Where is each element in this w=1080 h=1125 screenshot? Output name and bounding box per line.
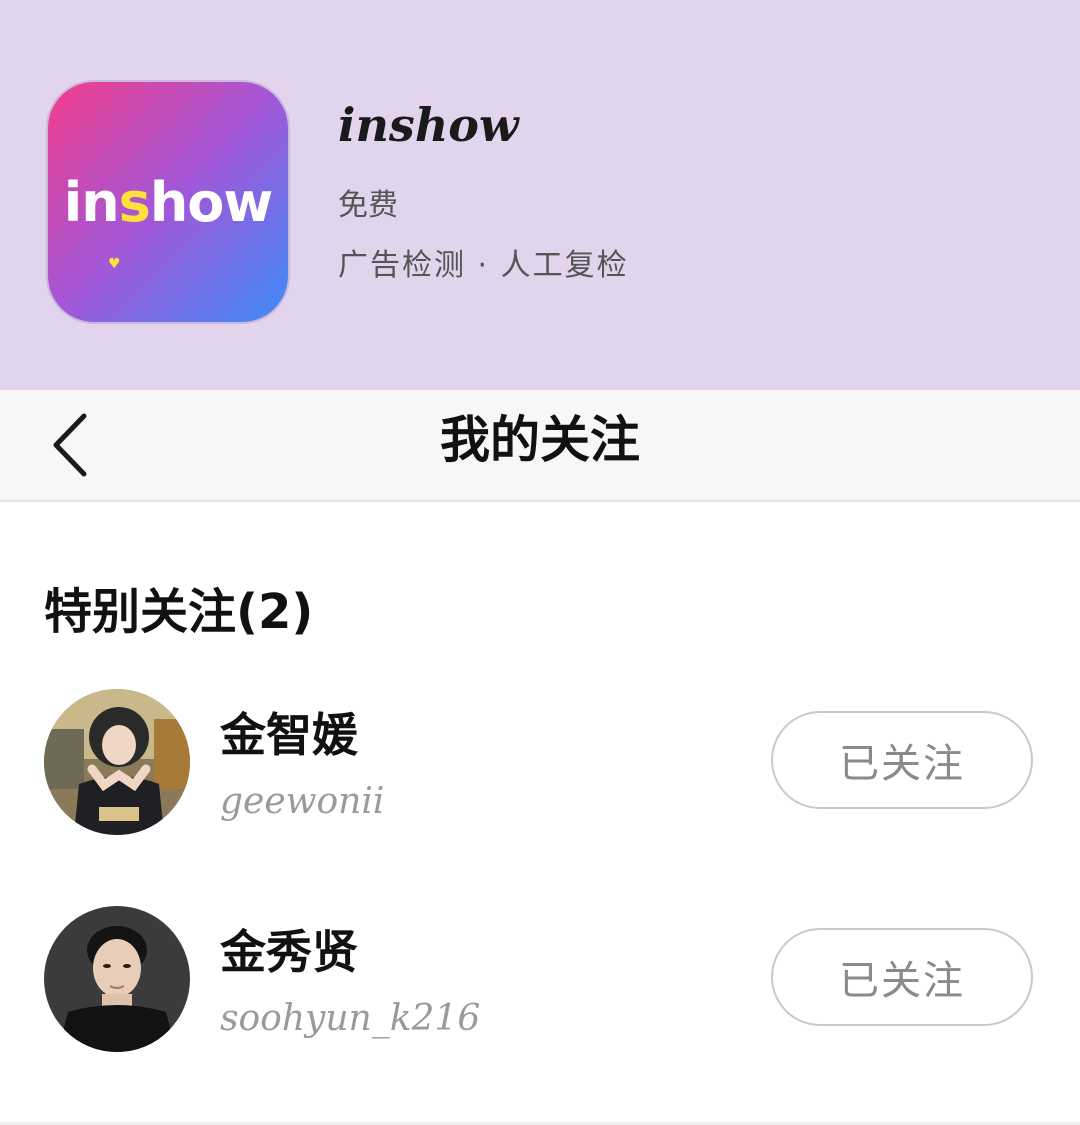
app-logo-text: in s how (63, 170, 274, 234)
user-handle: soohyun_k216 (220, 998, 481, 1039)
app-logo: in s how ♥ (48, 82, 288, 322)
avatar[interactable] (44, 689, 190, 835)
follow-list-item[interactable]: 金智媛 geewonii 已关注 (0, 689, 1080, 849)
page-title: 我的关注 (440, 411, 640, 469)
app-banner[interactable]: in s how ♥ inshow 免费 广告检测 · 人工复检 (0, 0, 1080, 390)
app-name: inshow (338, 98, 519, 152)
app-tags: 广告检测 · 人工复检 (338, 248, 629, 283)
avatar-image (44, 906, 190, 1052)
nav-bar: 我的关注 (0, 390, 1080, 502)
user-handle: geewonii (220, 781, 385, 822)
avatar[interactable] (44, 906, 190, 1052)
user-name: 金智媛 (220, 708, 358, 762)
following-button[interactable]: 已关注 (771, 928, 1033, 1026)
back-button[interactable] (40, 406, 110, 484)
following-button[interactable]: 已关注 (771, 711, 1033, 809)
user-name: 金秀贤 (220, 925, 358, 979)
section-title: 特别关注(2) (44, 584, 314, 640)
app-price: 免费 (338, 188, 398, 223)
heart-icon: ♥ (108, 256, 121, 272)
avatar-image (44, 689, 190, 835)
chevron-left-icon (53, 413, 87, 477)
follow-list-item[interactable]: 金秀贤 soohyun_k216 已关注 (0, 906, 1080, 1066)
